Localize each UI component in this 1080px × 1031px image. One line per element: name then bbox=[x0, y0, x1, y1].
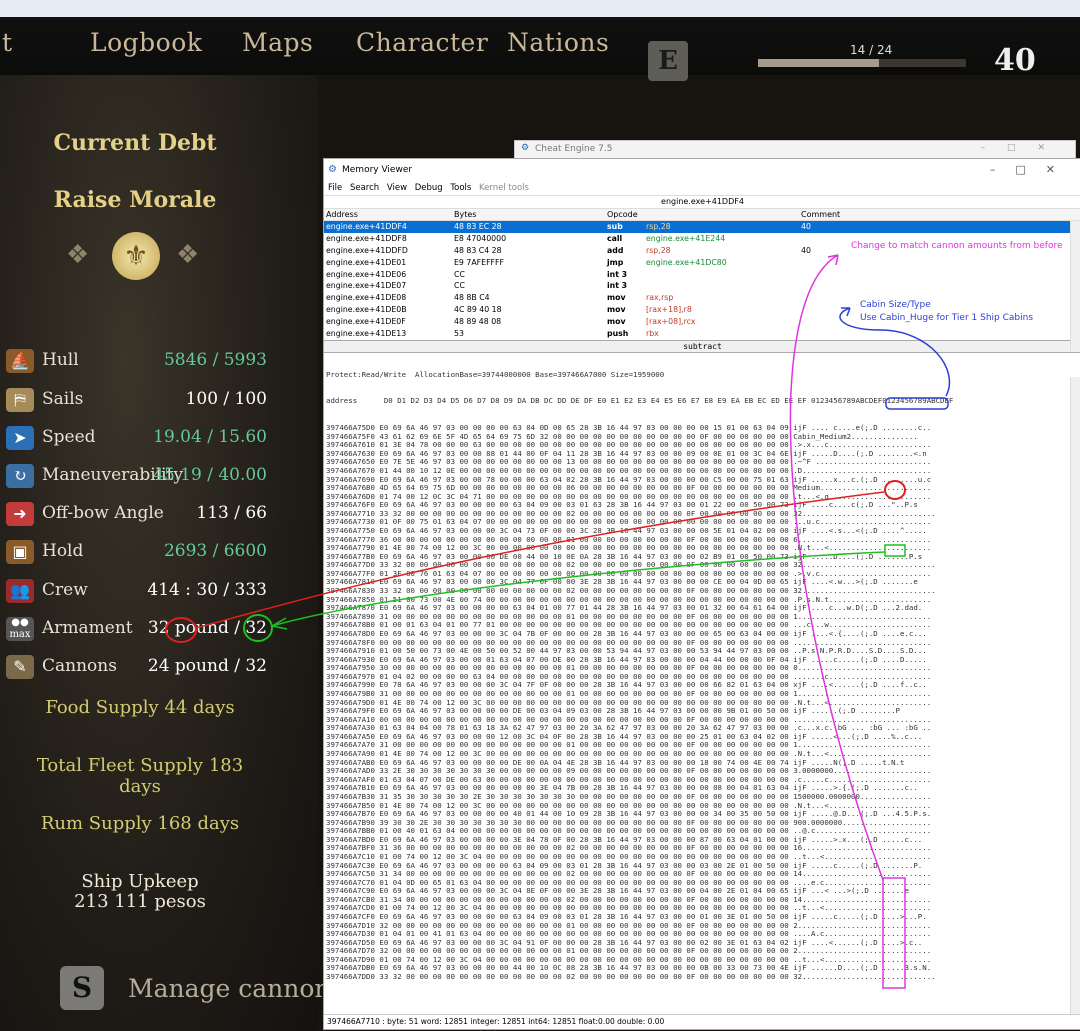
blue-box-cabin bbox=[885, 397, 949, 410]
cabin-huge-note: Use Cabin_Huge for Tier 1 Ship Cabins bbox=[860, 313, 1034, 323]
cannon-amount-note: Change to match cannon amounts from befo… bbox=[851, 241, 1063, 251]
pink-arrow-line bbox=[789, 254, 884, 881]
green-box-hex bbox=[884, 544, 906, 557]
cabin-type-note: Cabin Size/Type bbox=[860, 300, 931, 310]
annotation-overlay bbox=[165, 254, 951, 989]
red-arrow-line bbox=[195, 491, 885, 629]
pink-box-hex bbox=[882, 877, 906, 989]
green-arrow-line bbox=[271, 551, 886, 630]
red-circle-armament bbox=[165, 617, 197, 643]
green-circle-armament bbox=[243, 614, 273, 642]
red-circle-hex bbox=[884, 480, 906, 500]
